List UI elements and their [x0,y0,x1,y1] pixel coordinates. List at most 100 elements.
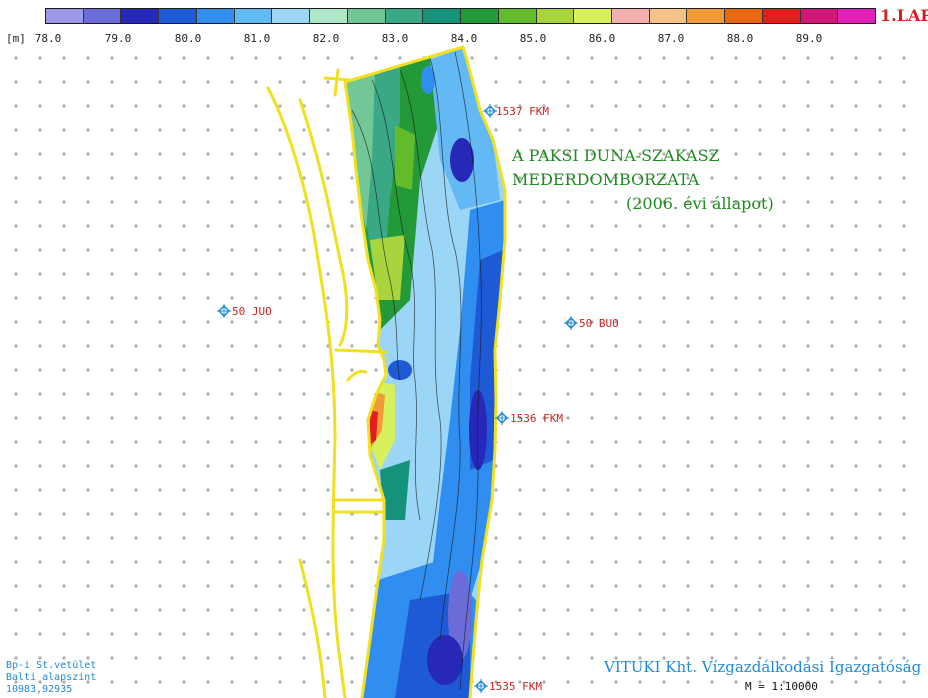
grid-cross [566,608,570,612]
grid-cross [710,104,714,108]
grid-cross [86,248,90,252]
grid-cross [566,440,570,444]
grid-cross [494,56,498,60]
grid-cross [590,56,594,60]
legend-tick: 89.0 [795,32,823,45]
grid-cross [110,656,114,660]
grid-cross [350,200,354,204]
grid-cross [302,464,306,468]
grid-cross [110,56,114,60]
grid-cross [278,368,282,372]
grid-cross [902,488,906,492]
grid-cross [110,416,114,420]
grid-cross [62,200,66,204]
grid-cross [182,536,186,540]
grid-cross [542,128,546,132]
grid-cross [806,608,810,612]
grid-cross [638,80,642,84]
grid-cross [350,536,354,540]
grid-cross [710,80,714,84]
grid-cross [638,608,642,612]
grid-cross [710,296,714,300]
grid-cross [542,584,546,588]
grid-cross [38,56,42,60]
grid-cross [278,680,282,684]
grid-cross [542,464,546,468]
grid-cross [14,344,18,348]
grid-cross [590,224,594,228]
grid-cross [350,608,354,612]
grid-cross [566,272,570,276]
grid-cross [158,440,162,444]
grid-cross [806,128,810,132]
grid-cross [14,152,18,156]
grid-cross [710,608,714,612]
elevation-legend-colorbar [45,8,876,24]
grid-cross [542,368,546,372]
grid-cross [782,320,786,324]
grid-cross [134,680,138,684]
grid-cross [638,488,642,492]
grid-cross [806,632,810,636]
grid-cross [662,464,666,468]
grid-cross [734,416,738,420]
grid-cross [110,536,114,540]
grid-cross [806,56,810,60]
grid-cross [182,56,186,60]
legend-tick: 81.0 [243,32,271,45]
grid-cross [350,344,354,348]
grid-cross [86,536,90,540]
map-title: A PAKSI DUNA-SZAKASZ MEDERDOMBORZATA (20… [512,144,912,216]
grid-cross [662,80,666,84]
grid-cross [326,176,330,180]
grid-cross [110,176,114,180]
grid-cross [302,632,306,636]
grid-cross [518,80,522,84]
grid-cross [710,248,714,252]
grid-cross [134,608,138,612]
grid-cross [854,104,858,108]
grid-cross [614,368,618,372]
grid-cross [254,608,258,612]
grid-cross [662,344,666,348]
grid-cross [758,416,762,420]
grid-cross [62,512,66,516]
grid-cross [566,656,570,660]
grid-cross [38,224,42,228]
grid-cross [470,56,474,60]
grid-cross [38,512,42,516]
grid-cross [638,320,642,324]
grid-cross [254,272,258,276]
grid-cross [182,632,186,636]
grid-cross [638,248,642,252]
grid-cross [230,464,234,468]
grid-cross [518,248,522,252]
grid-cross [566,344,570,348]
grid-cross [230,152,234,156]
grid-cross [302,152,306,156]
grid-cross [614,224,618,228]
grid-cross [662,104,666,108]
grid-cross [590,464,594,468]
grid-cross [38,368,42,372]
projection-info: Bp-i St.vetület Balti alapszint 10983,92… [6,660,96,696]
grid-cross [830,560,834,564]
grid-cross [758,488,762,492]
grid-cross [254,584,258,588]
grid-cross [806,104,810,108]
grid-cross [14,560,18,564]
legend-color-cell [612,9,650,23]
grid-cross [902,104,906,108]
port-pier [334,348,388,354]
grid-cross [590,512,594,516]
legend-color-cell [498,9,537,23]
grid-cross [110,80,114,84]
grid-cross [158,512,162,516]
grid-cross [782,440,786,444]
grid-cross [782,104,786,108]
grid-cross [614,344,618,348]
grid-cross [158,176,162,180]
grid-cross [38,608,42,612]
grid-cross [518,512,522,516]
grid-cross [278,392,282,396]
